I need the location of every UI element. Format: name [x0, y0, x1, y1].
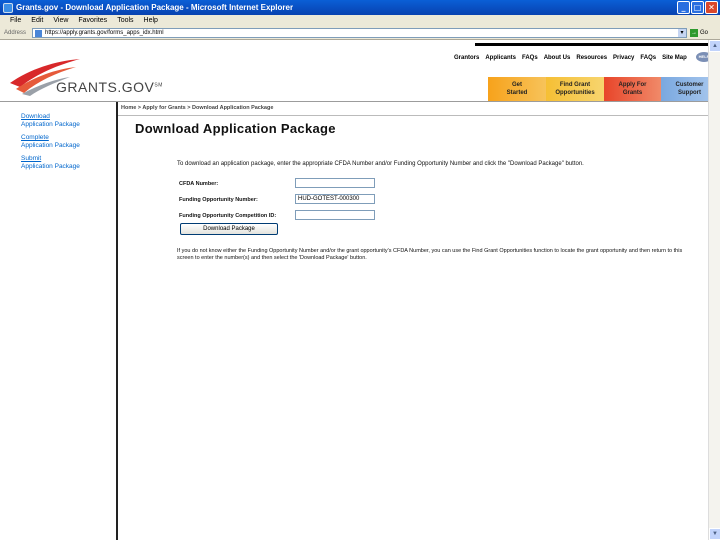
sidebar-item-submit-link[interactable]: Submit [21, 155, 80, 163]
sidebar-item-complete[interactable]: Complete Application Package [21, 134, 80, 150]
address-bar: Address https://apply.grants.gov/forms_a… [0, 26, 720, 40]
cfda-number-input[interactable] [295, 178, 375, 188]
page-icon [35, 30, 42, 37]
tab-find-line1: Find Grant [559, 82, 591, 88]
window-controls: _ □ ✕ [677, 1, 718, 14]
competition-id-input[interactable] [295, 210, 375, 220]
sidebar-divider [116, 102, 118, 540]
sidebar-item-complete-sub: Application Package [21, 142, 80, 149]
tab-find-grant-opportunities[interactable]: Find Grant Opportunities [546, 77, 604, 101]
menu-tools[interactable]: Tools [117, 17, 133, 24]
tab-get-started[interactable]: Get Started [488, 77, 546, 101]
page-content: GRANTS.GOVSM Grantors Applicants FAQs Ab… [0, 41, 718, 540]
scroll-down-icon[interactable]: ▼ [709, 528, 720, 540]
funding-opportunity-number-input[interactable]: HUD-GOTEST-000300 [295, 194, 375, 204]
tab-apply-line2: Grants [622, 90, 643, 96]
sidebar-item-download-sub: Application Package [21, 121, 80, 128]
tab-find-line2: Opportunities [555, 90, 595, 96]
tab-get-started-line1: Get [511, 82, 522, 88]
main-nav-tabs: Get Started Find Grant Opportunities App… [488, 77, 718, 101]
toplink-privacy[interactable]: Privacy [613, 55, 634, 61]
tab-apply-line1: Apply For [618, 82, 647, 88]
address-input[interactable]: https://apply.grants.gov/forms_apps_idx.… [32, 28, 687, 38]
address-url: https://apply.grants.gov/forms_apps_idx.… [45, 30, 164, 36]
address-dropdown-icon[interactable]: ▾ [678, 29, 686, 37]
logo-wordmark[interactable]: GRANTS.GOVSM [56, 79, 163, 95]
breadcrumb-divider [118, 115, 708, 116]
logo-text: GRANTS.GOV [56, 79, 155, 95]
minimize-button[interactable]: _ [677, 1, 690, 14]
tab-apply-for-grants[interactable]: Apply For Grants [604, 77, 661, 101]
menu-favorites[interactable]: Favorites [78, 17, 107, 24]
toplink-applicants[interactable]: Applicants [485, 55, 516, 61]
cfda-label: CFDA Number: [179, 181, 219, 187]
instructions-text: To download an application package, ente… [177, 161, 584, 167]
logo-sup: SM [154, 82, 163, 89]
sidebar-item-submit-sub: Application Package [21, 163, 80, 170]
menu-view[interactable]: View [53, 17, 68, 24]
menu-help[interactable]: Help [144, 17, 158, 24]
close-button[interactable]: ✕ [705, 1, 718, 14]
menu-bar: File Edit View Favorites Tools Help [0, 15, 720, 26]
toplink-resources[interactable]: Resources [576, 55, 607, 61]
top-links: Grantors Applicants FAQs About Us Resour… [454, 55, 687, 61]
go-label: Go [700, 30, 709, 36]
sidebar-item-download[interactable]: Download Application Package [21, 113, 80, 129]
vertical-scrollbar[interactable]: ▲ ▼ [708, 40, 720, 540]
address-label: Address [4, 29, 27, 36]
sidebar-item-submit[interactable]: Submit Application Package [21, 155, 80, 171]
title-bar: Grants.gov - Download Application Packag… [0, 0, 720, 15]
menu-edit[interactable]: Edit [31, 17, 43, 24]
sidebar: Download Application Package Complete Ap… [21, 113, 80, 176]
toplink-site-map[interactable]: Site Map [662, 55, 687, 61]
toplink-about-us[interactable]: About Us [544, 55, 571, 61]
window-title: Grants.gov - Download Application Packag… [16, 3, 294, 12]
page-title: Download Application Package [135, 121, 336, 136]
scroll-up-icon[interactable]: ▲ [709, 40, 720, 52]
browser-window: Grants.gov - Download Application Packag… [0, 0, 720, 540]
fon-label: Funding Opportunity Number: [179, 197, 258, 203]
toplink-faqs[interactable]: FAQs [522, 55, 538, 61]
header-divider [0, 101, 708, 102]
breadcrumb[interactable]: Home > Apply for Grants > Download Appli… [121, 105, 273, 111]
sidebar-item-download-link[interactable]: Download [21, 113, 80, 121]
go-button[interactable]: → Go [690, 28, 720, 38]
maximize-button[interactable]: □ [691, 1, 704, 14]
toplink-grantors[interactable]: Grantors [454, 55, 479, 61]
sidebar-item-complete-link[interactable]: Complete [21, 134, 80, 142]
competition-id-label: Funding Opportunity Competition ID: [179, 213, 277, 219]
menu-file[interactable]: File [10, 17, 21, 24]
help-note-text: If you do not know either the Funding Op… [177, 248, 683, 261]
tab-get-started-line2: Started [506, 90, 528, 96]
ie-icon [3, 2, 13, 13]
download-package-button[interactable]: Download Package [180, 223, 278, 235]
header-strip [475, 43, 708, 46]
toplink-faqs-2[interactable]: FAQs [640, 55, 656, 61]
go-arrow-icon: → [690, 29, 698, 37]
